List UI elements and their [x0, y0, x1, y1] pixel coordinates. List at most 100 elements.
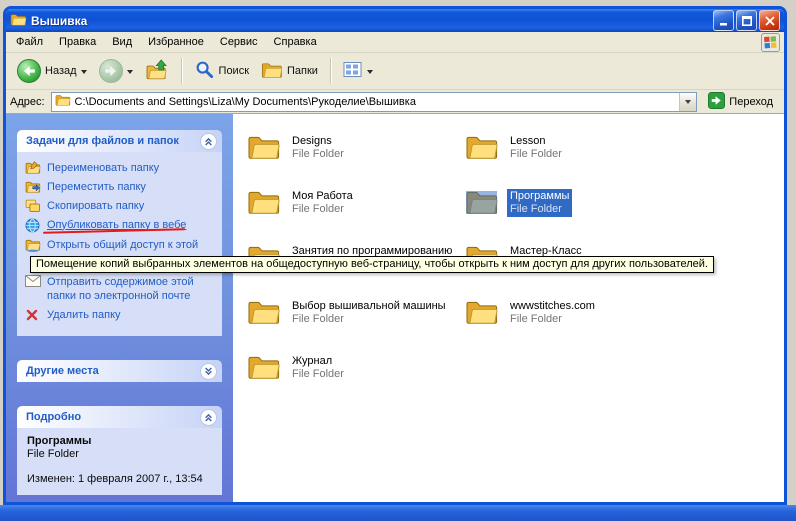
file-tile[interactable]: DesignsFile Folder — [247, 133, 465, 188]
delete-icon — [25, 308, 41, 322]
file-name: Программы — [510, 190, 569, 203]
details-file-name: Программы — [27, 435, 216, 447]
toolbar-separator — [181, 58, 182, 84]
share-folder-icon — [25, 238, 41, 252]
address-path: C:\Documents and Settings\Liza\My Docume… — [75, 96, 676, 108]
file-label: ЖурналFile Folder — [289, 354, 347, 382]
file-name: wwwstitches.com — [510, 300, 595, 313]
file-tile[interactable]: Выбор вышивальной машиныFile Folder — [247, 298, 465, 353]
toolbar-separator — [330, 58, 331, 84]
views-button[interactable] — [338, 58, 378, 85]
folder-icon — [465, 188, 499, 216]
taskbar[interactable] — [0, 505, 796, 521]
task-label: Удалить папку — [47, 308, 121, 322]
address-label: Адрес: — [10, 96, 45, 108]
email-icon — [25, 275, 41, 287]
file-type: File Folder — [510, 313, 595, 326]
menu-item-0[interactable]: Файл — [8, 32, 51, 52]
go-button[interactable]: Переход — [703, 91, 778, 113]
other-places-section: Другие места — [17, 360, 222, 382]
task-publish-web-icon[interactable]: Опубликовать папку в вебе — [25, 215, 218, 235]
task-label: Переместить папку — [47, 180, 146, 194]
rename-folder-icon — [25, 161, 41, 175]
back-button[interactable]: Назад — [12, 56, 92, 86]
details-title: Подробно — [26, 411, 200, 423]
forward-button[interactable] — [94, 56, 138, 86]
details-file-type: File Folder — [27, 448, 216, 460]
desktop: Вышивка ФайлПравкаВидИзбранноеСервисСпра… — [0, 0, 796, 521]
close-button[interactable] — [759, 10, 780, 31]
other-places-title: Другие места — [26, 365, 200, 377]
other-places-header[interactable]: Другие места — [17, 360, 222, 382]
address-input[interactable]: C:\Documents and Settings\Liza\My Docume… — [51, 92, 698, 112]
file-label: DesignsFile Folder — [289, 134, 347, 162]
maximize-button[interactable] — [736, 10, 757, 31]
menu-bar: ФайлПравкаВидИзбранноеСервисСправка — [6, 32, 784, 53]
task-move-folder-icon[interactable]: Переместить папку — [25, 177, 218, 196]
file-list: DesignsFile Folder LessonFile Folder Моя… — [233, 114, 784, 502]
file-type: File Folder — [510, 148, 562, 161]
file-type: File Folder — [292, 203, 353, 216]
details-section: Подробно Программы File Folder Изменен: … — [17, 406, 222, 495]
file-tasks-title: Задачи для файлов и папок — [26, 135, 200, 147]
file-label: ПрограммыFile Folder — [507, 189, 572, 217]
collapse-chevron-icon[interactable] — [200, 409, 217, 426]
window-folder-icon — [10, 12, 27, 30]
file-tile[interactable]: ЖурналFile Folder — [247, 353, 465, 408]
task-copy-folder-icon[interactable]: Скопировать папку — [25, 196, 218, 215]
up-folder-icon — [145, 58, 169, 85]
address-bar: Адрес: C:\Documents and Settings\Liza\My… — [6, 90, 784, 114]
task-rename-folder-icon[interactable]: Переименовать папку — [25, 158, 218, 177]
minimize-button[interactable] — [713, 10, 734, 31]
collapse-chevron-icon[interactable] — [200, 133, 217, 150]
menu-item-3[interactable]: Избранное — [140, 32, 212, 52]
folder-icon — [247, 353, 281, 381]
expand-chevron-icon[interactable] — [200, 363, 217, 380]
menu-item-5[interactable]: Справка — [266, 32, 325, 52]
address-folder-icon — [55, 93, 71, 110]
menu-item-4[interactable]: Сервис — [212, 32, 266, 52]
window-title: Вышивка — [31, 14, 709, 28]
menu-item-1[interactable]: Правка — [51, 32, 104, 52]
go-label: Переход — [729, 96, 773, 108]
file-tasks-section: Задачи для файлов и папок Переименовать … — [17, 130, 222, 336]
title-bar[interactable]: Вышивка — [6, 9, 784, 32]
task-share-folder-icon[interactable]: Открыть общий доступ к этой — [25, 235, 218, 254]
up-button[interactable] — [140, 55, 174, 88]
file-name: Журнал — [292, 355, 344, 368]
back-dropdown-icon[interactable] — [81, 70, 87, 77]
file-name: Моя Работа — [292, 190, 353, 203]
details-header[interactable]: Подробно — [17, 406, 222, 428]
back-icon — [17, 59, 41, 83]
folder-icon — [247, 188, 281, 216]
folders-label: Папки — [287, 65, 318, 77]
forward-dropdown-icon[interactable] — [127, 70, 133, 77]
search-button[interactable]: Поиск — [189, 56, 254, 86]
task-email-icon[interactable]: Отправить содержимое этой папки по элект… — [25, 272, 218, 305]
publish-web-icon — [25, 218, 41, 233]
file-label: Выбор вышивальной машиныFile Folder — [289, 299, 449, 327]
forward-icon — [99, 59, 123, 83]
file-tasks-header[interactable]: Задачи для файлов и папок — [17, 130, 222, 152]
tooltip: Помещение копий выбранных элементов на о… — [30, 256, 714, 273]
move-folder-icon — [25, 180, 41, 194]
task-delete-icon[interactable]: Удалить папку — [25, 305, 218, 324]
go-icon — [708, 92, 725, 112]
folders-button[interactable]: Папки — [256, 57, 323, 86]
menu-item-2[interactable]: Вид — [104, 32, 140, 52]
file-name: Lesson — [510, 135, 562, 148]
file-tile[interactable]: LessonFile Folder — [465, 133, 683, 188]
file-tile[interactable]: Моя РаботаFile Folder — [247, 188, 465, 243]
file-type: File Folder — [292, 148, 344, 161]
file-tile[interactable]: ПрограммыFile Folder — [465, 188, 683, 243]
file-type: File Folder — [292, 313, 446, 326]
search-label: Поиск — [219, 65, 249, 77]
task-label: Опубликовать папку в вебе — [47, 218, 186, 232]
details-modified: Изменен: 1 февраля 2007 г., 13:54 — [27, 473, 216, 485]
file-tile[interactable]: wwwstitches.comFile Folder — [465, 298, 683, 353]
task-label: Отправить содержимое этой папки по элект… — [47, 275, 218, 303]
views-dropdown-icon[interactable] — [367, 70, 373, 77]
copy-folder-icon — [25, 199, 41, 213]
address-dropdown-button[interactable] — [679, 93, 696, 111]
file-name: Выбор вышивальной машины — [292, 300, 446, 313]
